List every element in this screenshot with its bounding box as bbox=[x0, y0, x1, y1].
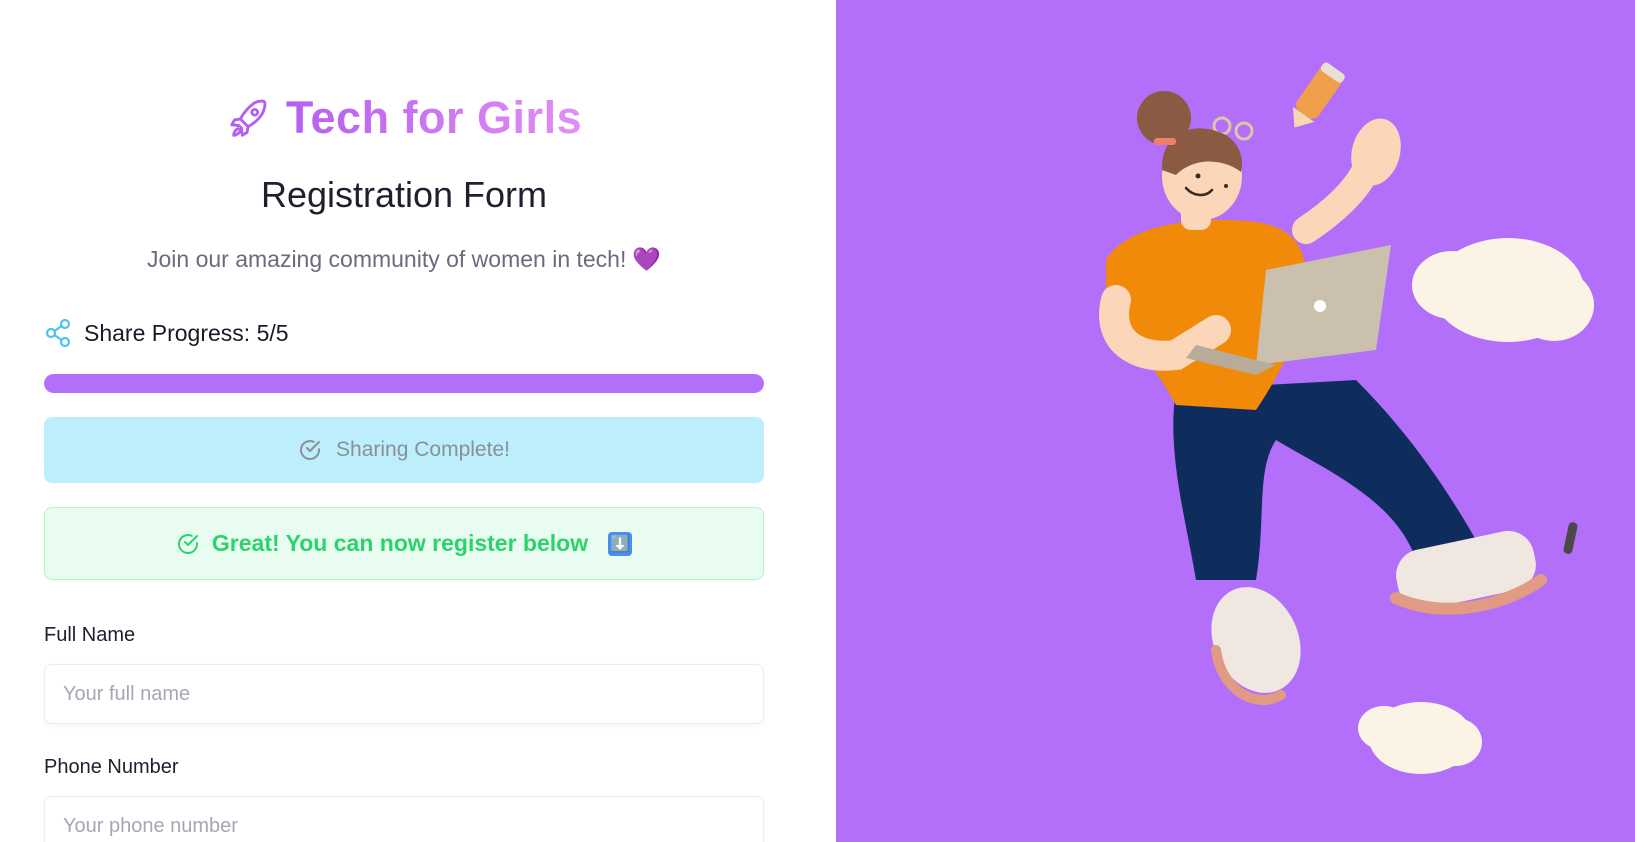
phone-label: Phone Number bbox=[44, 756, 179, 778]
registration-unlocked-notice: Great! You can now register below ⬇️ bbox=[44, 507, 764, 580]
purple-heart-emoji: 💜 bbox=[632, 246, 662, 272]
rocket-icon bbox=[230, 99, 267, 137]
down-arrow-emoji: ⬇️ bbox=[608, 531, 633, 556]
pencil bbox=[1292, 62, 1345, 128]
check-circle-icon bbox=[300, 440, 321, 460]
cloud-small bbox=[1358, 702, 1482, 774]
progress-label: Share Progress: 5/5 bbox=[84, 319, 289, 346]
brand-title: Tech for Girls bbox=[285, 92, 583, 143]
check-circle-icon bbox=[177, 533, 198, 554]
share-icon bbox=[45, 318, 71, 348]
brand-header: Tech for Girls bbox=[0, 92, 808, 144]
page-title: Registration Form bbox=[260, 174, 548, 215]
full-name-label: Full Name bbox=[44, 624, 136, 646]
full-name-input[interactable] bbox=[44, 664, 764, 724]
cloud-large bbox=[1412, 238, 1594, 342]
tagline: Join our amazing community of women in t… bbox=[0, 246, 808, 273]
registration-panel: Tech for Girls Registration Form Join ou… bbox=[0, 0, 836, 842]
share-button-label: Sharing Complete! bbox=[336, 438, 510, 461]
sharing-complete-button[interactable]: Sharing Complete! bbox=[44, 417, 764, 483]
illustration-panel bbox=[836, 0, 1635, 842]
progress-bar-fill bbox=[44, 374, 764, 393]
girl-with-laptop-illustration bbox=[1099, 62, 1594, 774]
phone-input[interactable] bbox=[44, 796, 764, 842]
tagline-text: Join our amazing community of women in t… bbox=[146, 246, 627, 272]
notice-text: Great! You can now register below bbox=[211, 530, 589, 556]
progress-bar bbox=[44, 374, 764, 393]
share-progress: Share Progress: 5/5 bbox=[44, 318, 289, 348]
